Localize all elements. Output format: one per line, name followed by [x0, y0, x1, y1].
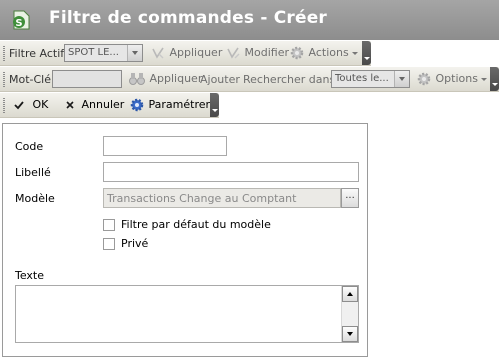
- toolbar-grip[interactable]: [3, 98, 5, 113]
- default-filter-checkbox[interactable]: [103, 219, 115, 231]
- libelle-label: Libellé: [15, 166, 51, 179]
- libelle-input[interactable]: [103, 162, 359, 182]
- settings-button[interactable]: Paramétrer: [129, 97, 210, 113]
- toolbar-overflow-handle[interactable]: [362, 41, 371, 65]
- gear-icon: [290, 46, 304, 60]
- code-input[interactable]: [103, 136, 227, 156]
- chevron-down-icon: [351, 51, 358, 55]
- search-in-select[interactable]: Toutes le...: [331, 70, 410, 88]
- filter-apply-button[interactable]: Appliquer: [150, 45, 222, 61]
- scroll-up-arrow-icon[interactable]: [342, 286, 358, 302]
- settings-label: Paramétrer: [148, 98, 211, 111]
- ok-button[interactable]: OK: [13, 98, 48, 111]
- app-icon: S: [13, 10, 30, 30]
- svg-text:S: S: [15, 18, 22, 29]
- binoculars-icon: [129, 73, 145, 85]
- private-label: Privé: [121, 237, 149, 250]
- keyword-apply-label: Appliquer: [149, 72, 203, 85]
- modele-input[interactable]: Transactions Change au Comptant: [103, 188, 341, 208]
- actions-menu-button[interactable]: Actions: [289, 45, 358, 61]
- active-filter-value: SPOT LE...: [68, 47, 119, 58]
- cancel-button[interactable]: Annuler: [64, 98, 124, 111]
- ok-label: OK: [32, 98, 49, 111]
- toolbar-overflow-handle[interactable]: [490, 67, 499, 91]
- options-menu-button[interactable]: Options: [416, 71, 487, 87]
- filter-toolbar: Filtre Actif SPOT LE... Appliquer Modifi…: [0, 41, 371, 66]
- chevron-down-icon[interactable]: [394, 71, 409, 87]
- window-title: Filtre de commandes - Créer: [49, 8, 328, 28]
- options-label: Options: [435, 72, 478, 85]
- active-filter-label: Filtre Actif: [9, 47, 65, 60]
- checkmark-icon: [14, 101, 24, 110]
- search-toolbar: Mot-Clé Appliquer Ajouter Rechercher dan…: [0, 67, 499, 92]
- modele-value: Transactions Change au Comptant: [107, 192, 297, 205]
- modele-label: Modèle: [15, 192, 55, 205]
- edit-filter-icon: [227, 47, 240, 59]
- cancel-label: Annuler: [81, 98, 125, 111]
- add-button[interactable]: Ajouter: [200, 73, 240, 86]
- gear-icon: [417, 72, 431, 86]
- window-titlebar: S Filtre de commandes - Créer: [0, 0, 499, 40]
- actions-label: Actions: [308, 46, 349, 59]
- keyword-apply-button[interactable]: Appliquer: [128, 71, 202, 87]
- action-toolbar: OK Annuler Paramétrer: [0, 93, 219, 118]
- default-filter-label: Filtre par défaut du modèle: [121, 218, 271, 231]
- private-checkbox[interactable]: [103, 238, 115, 250]
- chevron-down-icon: [480, 77, 487, 81]
- modele-browse-button[interactable]: ...: [341, 188, 359, 208]
- search-in-label: Rechercher dans: [243, 73, 336, 86]
- texte-label: Texte: [15, 269, 45, 282]
- apply-filter-icon: [152, 47, 164, 59]
- toolbar-grip[interactable]: [3, 46, 5, 61]
- filter-form-panel: Code Libellé Modèle Transactions Change …: [2, 123, 368, 357]
- filter-apply-label: Appliquer: [169, 46, 223, 59]
- texte-scrollbar[interactable]: [341, 286, 358, 342]
- keyword-label: Mot-Clé: [9, 73, 52, 86]
- close-icon: [66, 101, 74, 109]
- chevron-down-icon[interactable]: [127, 45, 142, 61]
- active-filter-select[interactable]: SPOT LE...: [64, 44, 143, 62]
- toolbar-overflow-handle[interactable]: [210, 93, 219, 117]
- texte-textarea[interactable]: [15, 285, 359, 343]
- keyword-input[interactable]: [52, 70, 122, 88]
- code-label: Code: [15, 140, 44, 153]
- search-in-value: Toutes le...: [335, 73, 389, 84]
- toolbar-grip[interactable]: [3, 72, 5, 87]
- filter-modify-label: Modifier: [244, 46, 289, 59]
- scroll-down-arrow-icon[interactable]: [342, 326, 358, 342]
- filter-modify-button[interactable]: Modifier: [225, 45, 289, 61]
- gear-icon: [130, 98, 144, 112]
